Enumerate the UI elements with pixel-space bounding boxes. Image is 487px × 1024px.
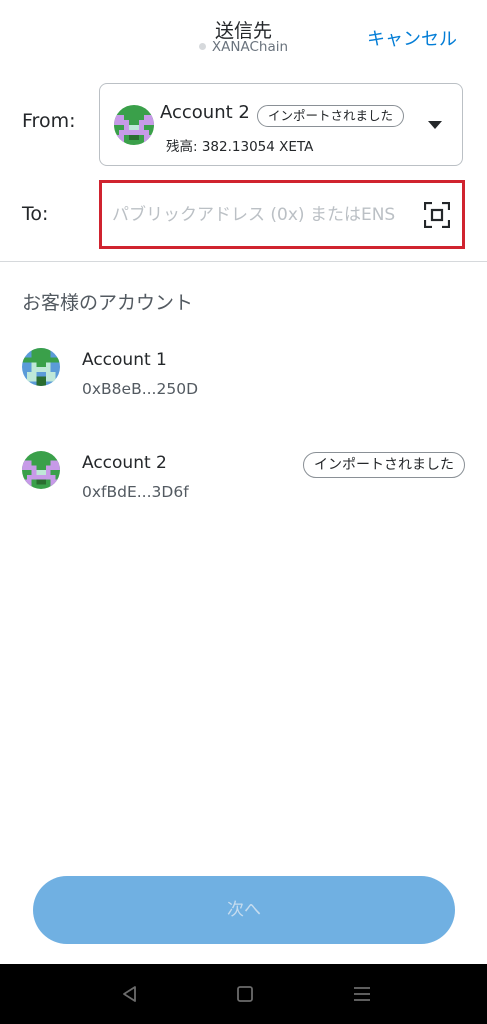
- back-triangle-icon[interactable]: [118, 984, 142, 1004]
- from-account-name: Account 2: [160, 102, 250, 123]
- from-label: From:: [22, 110, 76, 132]
- account-name: Account 2: [82, 453, 167, 473]
- from-account-selector[interactable]: Account 2 インポートされました 残高: 382.13054 XETA: [99, 83, 463, 166]
- to-address-field[interactable]: [99, 180, 465, 249]
- to-address-input[interactable]: [112, 201, 418, 229]
- account-avatar-icon: [22, 348, 60, 386]
- account-list-item-1[interactable]: Account 1 0xB8eB...250D: [0, 348, 487, 418]
- to-label: To:: [22, 203, 49, 225]
- next-button[interactable]: 次へ: [33, 876, 455, 944]
- header: 送信先 XANAChain キャンセル: [0, 0, 487, 70]
- accounts-section-title: お客様のアカウント: [22, 292, 194, 314]
- home-square-icon[interactable]: [233, 984, 257, 1004]
- menu-lines-icon[interactable]: [350, 984, 374, 1004]
- account-name: Account 1: [82, 350, 167, 370]
- imported-badge: インポートされました: [303, 452, 465, 478]
- network-dot-icon: [198, 42, 206, 50]
- account-list-item-2[interactable]: Account 2 0xfBdE...3D6f インポートされました: [0, 451, 487, 521]
- account-avatar-icon: [22, 451, 60, 489]
- cancel-button[interactable]: キャンセル: [367, 25, 457, 51]
- imported-badge: インポートされました: [257, 105, 405, 127]
- account-address: 0xB8eB...250D: [82, 380, 199, 398]
- divider: [0, 261, 487, 262]
- caret-down-icon: [428, 121, 442, 129]
- system-navigation-bar: [0, 964, 487, 1024]
- from-balance: 残高: 382.13054 XETA: [166, 139, 314, 155]
- qr-scan-icon[interactable]: [424, 202, 450, 228]
- network-name: XANAChain: [211, 39, 289, 55]
- account-address: 0xfBdE...3D6f: [82, 483, 189, 501]
- account-avatar-icon: [114, 105, 154, 145]
